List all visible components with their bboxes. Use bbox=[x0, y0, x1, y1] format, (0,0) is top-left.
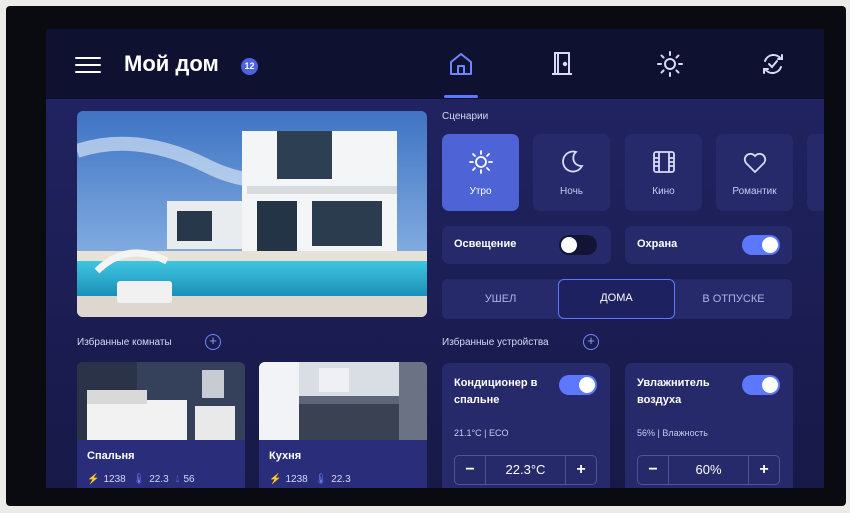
room-stats: ⚡ 1238 🌡︎ 22.3 bbox=[269, 474, 355, 485]
bedroom-photo bbox=[77, 362, 245, 440]
film-icon bbox=[653, 151, 675, 173]
notification-badge: 12 bbox=[241, 58, 258, 75]
room-card-bedroom[interactable]: Спальня ⚡ 1238 🌡︎ 22.3 💧︎ 56 bbox=[77, 362, 245, 488]
humidity-icon: 💧︎ bbox=[175, 474, 180, 485]
top-bar: Мой дом 12 bbox=[46, 29, 824, 99]
room-power: 1238 bbox=[103, 474, 126, 485]
scenario-cinema[interactable]: Кино bbox=[625, 134, 702, 211]
security-label: Охрана bbox=[637, 238, 678, 250]
device-name: Увлажнитель воздуха bbox=[637, 377, 710, 406]
scenario-label: Ночь bbox=[560, 186, 583, 197]
scenarios-label: Сценарии bbox=[442, 111, 489, 122]
menu-icon[interactable] bbox=[75, 55, 101, 75]
device-status: 21.1°C | ECO bbox=[454, 428, 509, 438]
room-temperature: 22.3 bbox=[149, 474, 169, 485]
nav-sun-icon[interactable] bbox=[655, 49, 685, 79]
temperature-stepper: − 22.3°C + bbox=[454, 455, 597, 485]
decrease-button[interactable]: − bbox=[455, 456, 485, 484]
page-title: Мой дом bbox=[124, 51, 219, 76]
kitchen-photo bbox=[259, 362, 427, 440]
sun-icon bbox=[469, 150, 493, 174]
moon-icon bbox=[562, 150, 584, 173]
room-power: 1238 bbox=[285, 474, 308, 485]
room-humidity: 56 bbox=[183, 474, 195, 485]
favorite-rooms-label: Избранные комнаты bbox=[77, 337, 172, 348]
power-icon: ⚡ bbox=[269, 474, 282, 485]
room-temperature: 22.3 bbox=[331, 474, 351, 485]
temperature-icon: 🌡︎ bbox=[314, 474, 328, 485]
scenario-night[interactable]: Ночь bbox=[533, 134, 610, 211]
device-card-ac: Кондиционер в спальне 21.1°C | ECO − 22.… bbox=[442, 363, 610, 488]
stepper-value: 22.3°C bbox=[485, 456, 566, 484]
scenario-romantic[interactable]: Романтик bbox=[716, 134, 793, 211]
mode-selector: УШЕЛ ДОМА В ОТПУСКЕ bbox=[442, 279, 792, 319]
scenario-label: Романтик bbox=[732, 186, 777, 197]
mode-home[interactable]: ДОМА bbox=[558, 279, 675, 319]
scenario-label: Утро bbox=[469, 186, 492, 197]
device-card-humidifier: Увлажнитель воздуха 56% | Влажность − 60… bbox=[625, 363, 793, 488]
add-device-button[interactable]: + bbox=[583, 334, 599, 350]
scenario-morning[interactable]: Утро bbox=[442, 134, 519, 211]
favorite-devices-label: Избранные устройства bbox=[442, 337, 549, 348]
lighting-label: Освещение bbox=[454, 238, 517, 250]
lighting-card: Освещение bbox=[442, 226, 611, 264]
humidifier-toggle[interactable] bbox=[742, 375, 780, 395]
temperature-icon: 🌡︎ bbox=[132, 474, 146, 485]
room-name: Спальня bbox=[87, 450, 135, 462]
power-icon: ⚡ bbox=[87, 474, 100, 485]
increase-button[interactable]: + bbox=[566, 456, 596, 484]
room-stats: ⚡ 1238 🌡︎ 22.3 💧︎ 56 bbox=[87, 474, 199, 485]
room-card-kitchen[interactable]: Кухня ⚡ 1238 🌡︎ 22.3 bbox=[259, 362, 427, 488]
mode-vacation[interactable]: В ОТПУСКЕ bbox=[675, 279, 792, 319]
scenario-more[interactable] bbox=[807, 134, 824, 211]
add-room-button[interactable]: + bbox=[205, 334, 221, 350]
nav-active-indicator bbox=[444, 95, 478, 98]
device-status: 56% | Влажность bbox=[637, 428, 708, 438]
nav-home-icon[interactable] bbox=[446, 49, 476, 79]
mode-away[interactable]: УШЕЛ bbox=[442, 279, 559, 319]
security-card: Охрана bbox=[625, 226, 792, 264]
heart-icon bbox=[743, 152, 767, 174]
scenario-label: Кино bbox=[652, 186, 675, 197]
app-screen: Мой дом 12 Сценарии Утро Ночь Кино Роман… bbox=[46, 29, 824, 488]
ac-toggle[interactable] bbox=[559, 375, 597, 395]
nav-sync-icon[interactable] bbox=[758, 49, 788, 79]
security-toggle[interactable] bbox=[742, 235, 780, 255]
house-photo bbox=[77, 111, 427, 317]
device-name: Кондиционер в спальне bbox=[454, 377, 538, 406]
humidity-stepper: − 60% + bbox=[637, 455, 780, 485]
room-name: Кухня bbox=[269, 450, 302, 462]
lighting-toggle[interactable] bbox=[559, 235, 597, 255]
stepper-value: 60% bbox=[668, 456, 749, 484]
increase-button[interactable]: + bbox=[749, 456, 779, 484]
decrease-button[interactable]: − bbox=[638, 456, 668, 484]
nav-door-icon[interactable] bbox=[547, 49, 577, 79]
